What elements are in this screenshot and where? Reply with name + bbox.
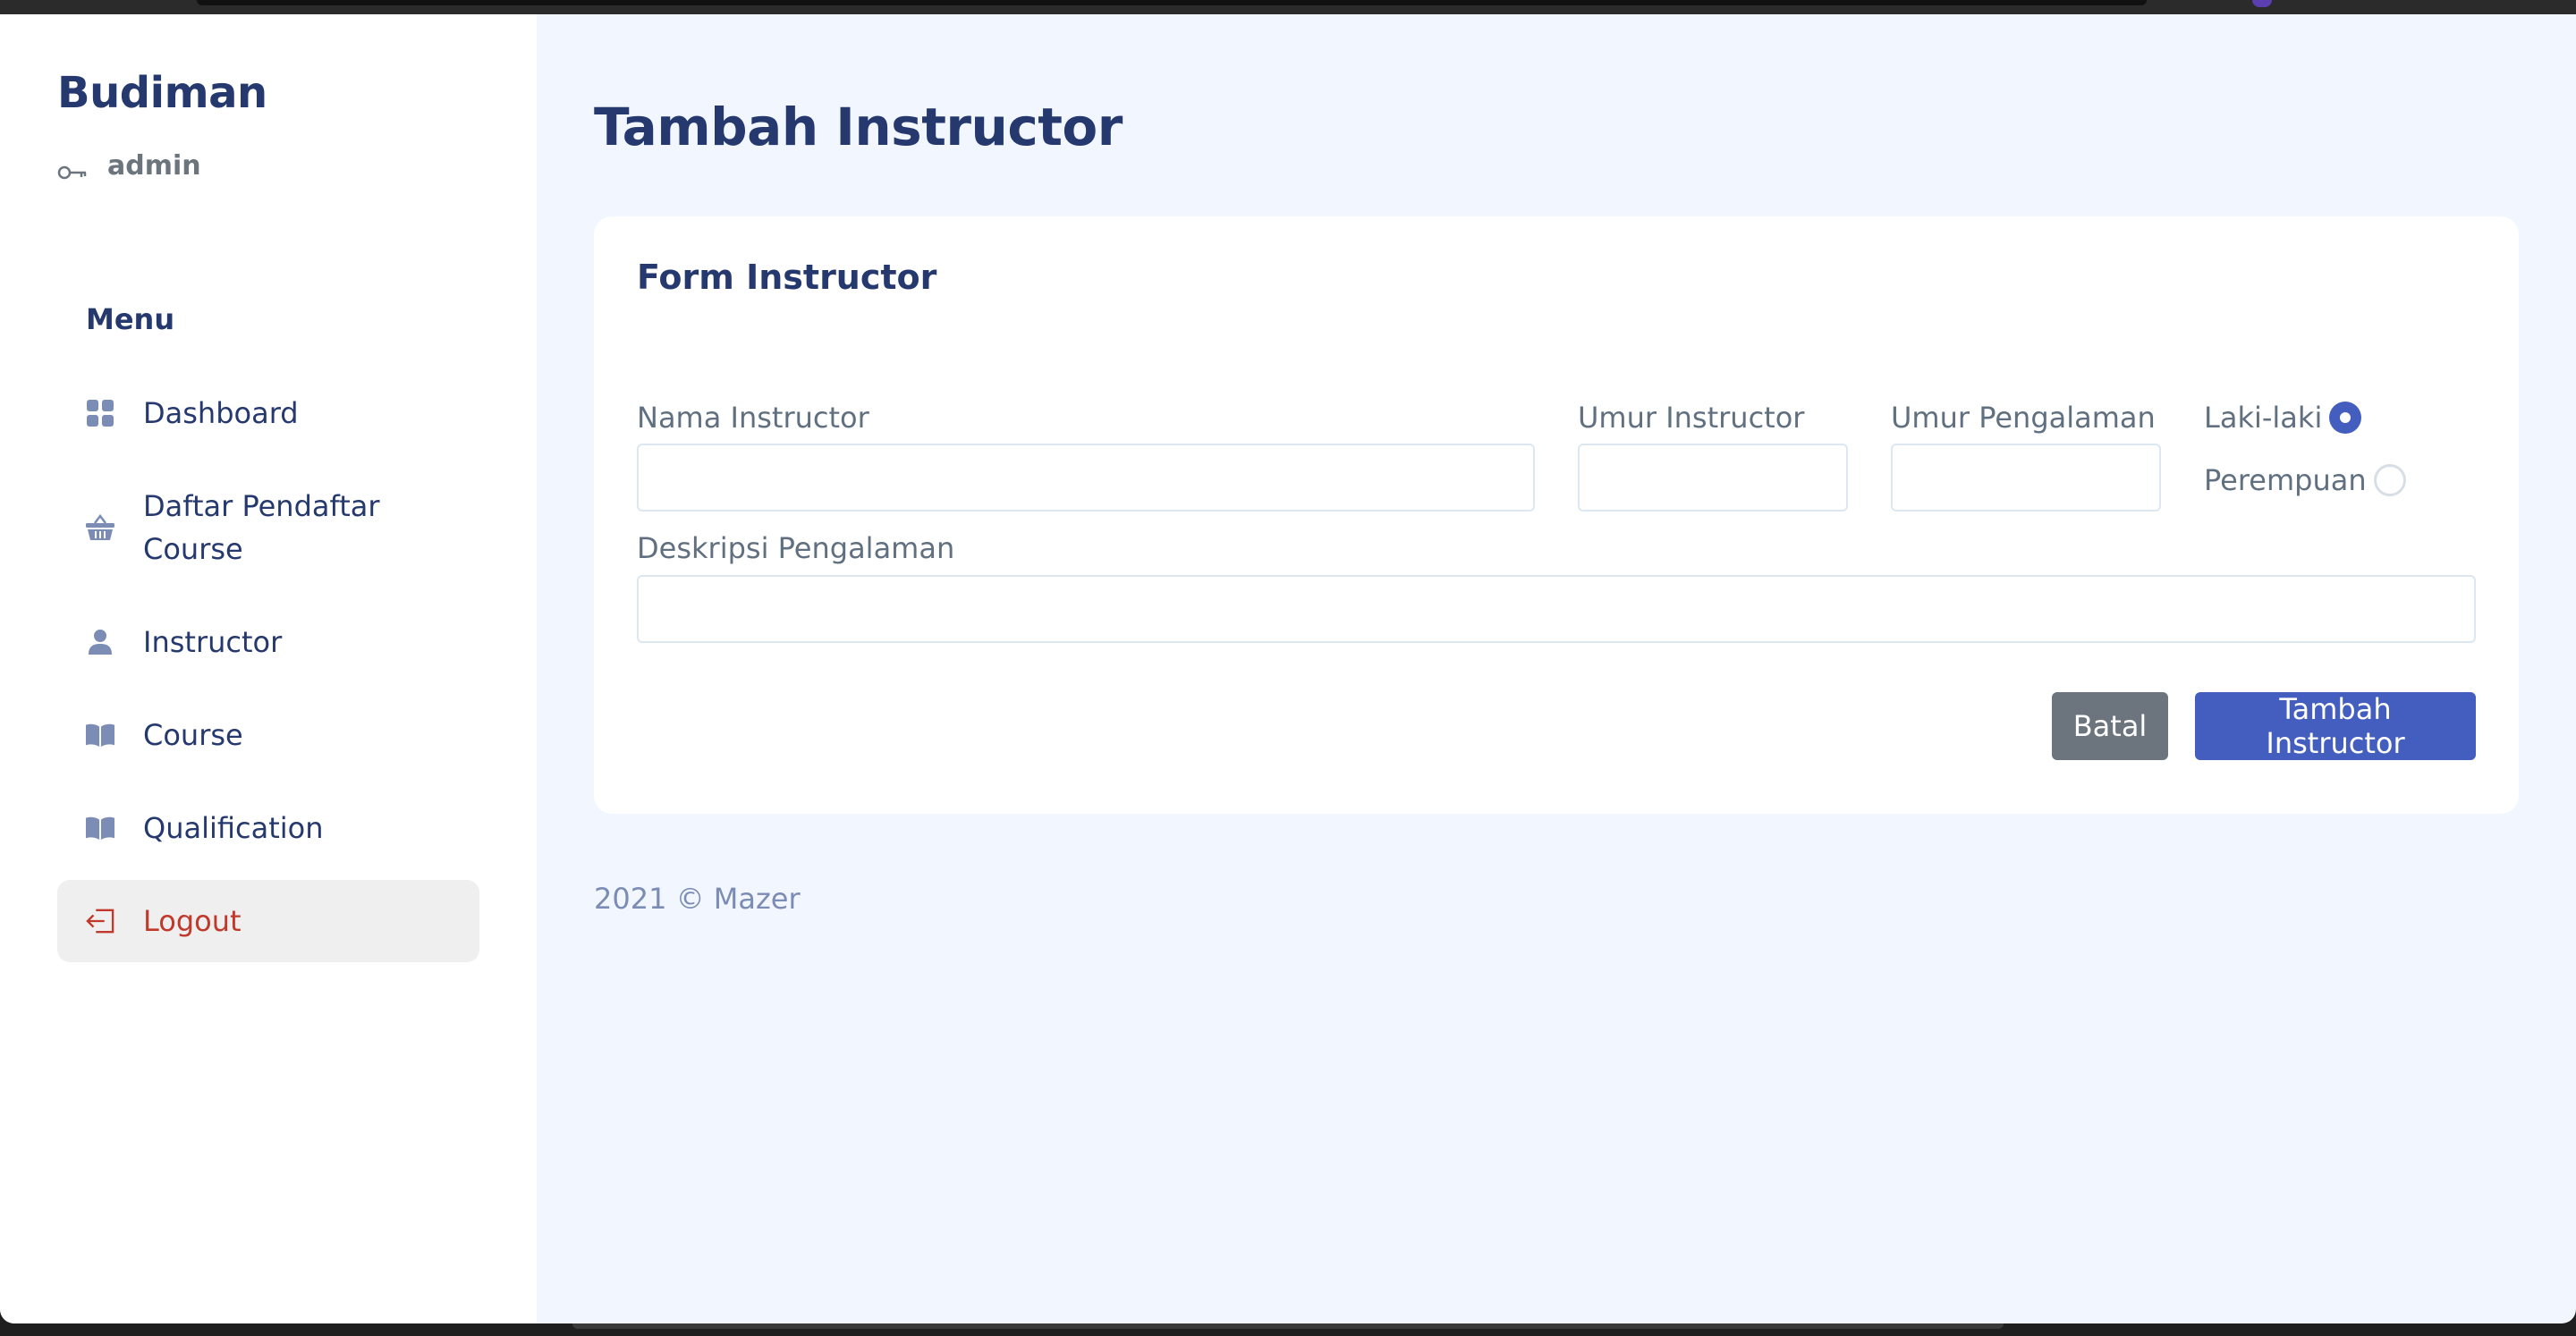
- form-card: Form Instructor Nama Instructor Umur Ins…: [594, 216, 2519, 814]
- submit-button[interactable]: Tambah Instructor: [2195, 692, 2476, 760]
- taskbar-shadow: [572, 1323, 2004, 1329]
- main-content: Tambah Instructor Form Instructor Nama I…: [537, 14, 2576, 1323]
- sidebar-item-label: Logout: [143, 904, 242, 938]
- radio-label: Perempuan: [2204, 463, 2367, 497]
- grid-icon: [86, 392, 114, 435]
- sidebar-item-instructor[interactable]: Instructor: [57, 601, 479, 683]
- person-icon: [86, 621, 114, 664]
- sidebar-item-label: Qualification: [143, 811, 324, 845]
- sidebar-menu: Dashboard Daftar Pendaftar Course Instru…: [57, 372, 479, 973]
- browser-bottom-bar: [0, 1323, 2576, 1336]
- sidebar: Budiman admin Menu Dashboard Daftar Pend…: [0, 14, 537, 1323]
- perempuan-radio[interactable]: [2373, 464, 2406, 496]
- sidebar-item-course[interactable]: Course: [57, 694, 479, 776]
- deskripsi-pengalaman-input[interactable]: [637, 575, 2476, 643]
- book-icon: [86, 807, 114, 850]
- footer-copyright: 2021 © Mazer: [594, 882, 801, 916]
- logout-icon: [86, 900, 114, 943]
- gender-option-perempuan[interactable]: Perempuan: [2204, 463, 2406, 497]
- sidebar-item-daftar-pendaftar-course[interactable]: Daftar Pendaftar Course: [57, 465, 479, 590]
- browser-top-bar: [0, 0, 2576, 14]
- book-icon: [86, 714, 114, 757]
- page-title: Tambah Instructor: [594, 97, 1123, 157]
- user-role: admin: [57, 150, 201, 182]
- deskripsi-pengalaman-label: Deskripsi Pengalaman: [637, 531, 955, 565]
- basket-icon: [86, 485, 114, 571]
- sidebar-item-qualification[interactable]: Qualification: [57, 787, 479, 869]
- gender-option-laki-laki[interactable]: Laki-laki: [2204, 401, 2362, 435]
- umur-pengalaman-label: Umur Pengalaman: [1891, 401, 2156, 435]
- sidebar-item-logout[interactable]: Logout: [57, 880, 479, 962]
- menu-title: Menu: [86, 302, 175, 336]
- umur-instructor-input[interactable]: [1578, 444, 1848, 512]
- sidebar-item-label: Daftar Pendaftar Course: [143, 489, 380, 566]
- umur-pengalaman-input[interactable]: [1891, 444, 2161, 512]
- sidebar-item-dashboard[interactable]: Dashboard: [57, 372, 479, 454]
- cancel-button[interactable]: Batal: [2052, 692, 2168, 760]
- browser-indicator: [2252, 0, 2272, 7]
- laki-laki-radio[interactable]: [2329, 402, 2362, 434]
- sidebar-item-label: Instructor: [143, 625, 283, 659]
- brand-name: Budiman: [57, 68, 267, 118]
- nama-instructor-label: Nama Instructor: [637, 401, 869, 435]
- sidebar-item-label: Course: [143, 718, 243, 752]
- browser-top-edge: [197, 0, 2147, 5]
- role-label: admin: [107, 150, 201, 182]
- radio-label: Laki-laki: [2204, 401, 2323, 435]
- app-window: Budiman admin Menu Dashboard Daftar Pend…: [0, 14, 2576, 1323]
- key-icon: [57, 157, 88, 179]
- umur-instructor-label: Umur Instructor: [1578, 401, 1805, 435]
- card-title: Form Instructor: [637, 258, 937, 297]
- nama-instructor-input[interactable]: [637, 444, 1535, 512]
- sidebar-item-label: Dashboard: [143, 396, 299, 430]
